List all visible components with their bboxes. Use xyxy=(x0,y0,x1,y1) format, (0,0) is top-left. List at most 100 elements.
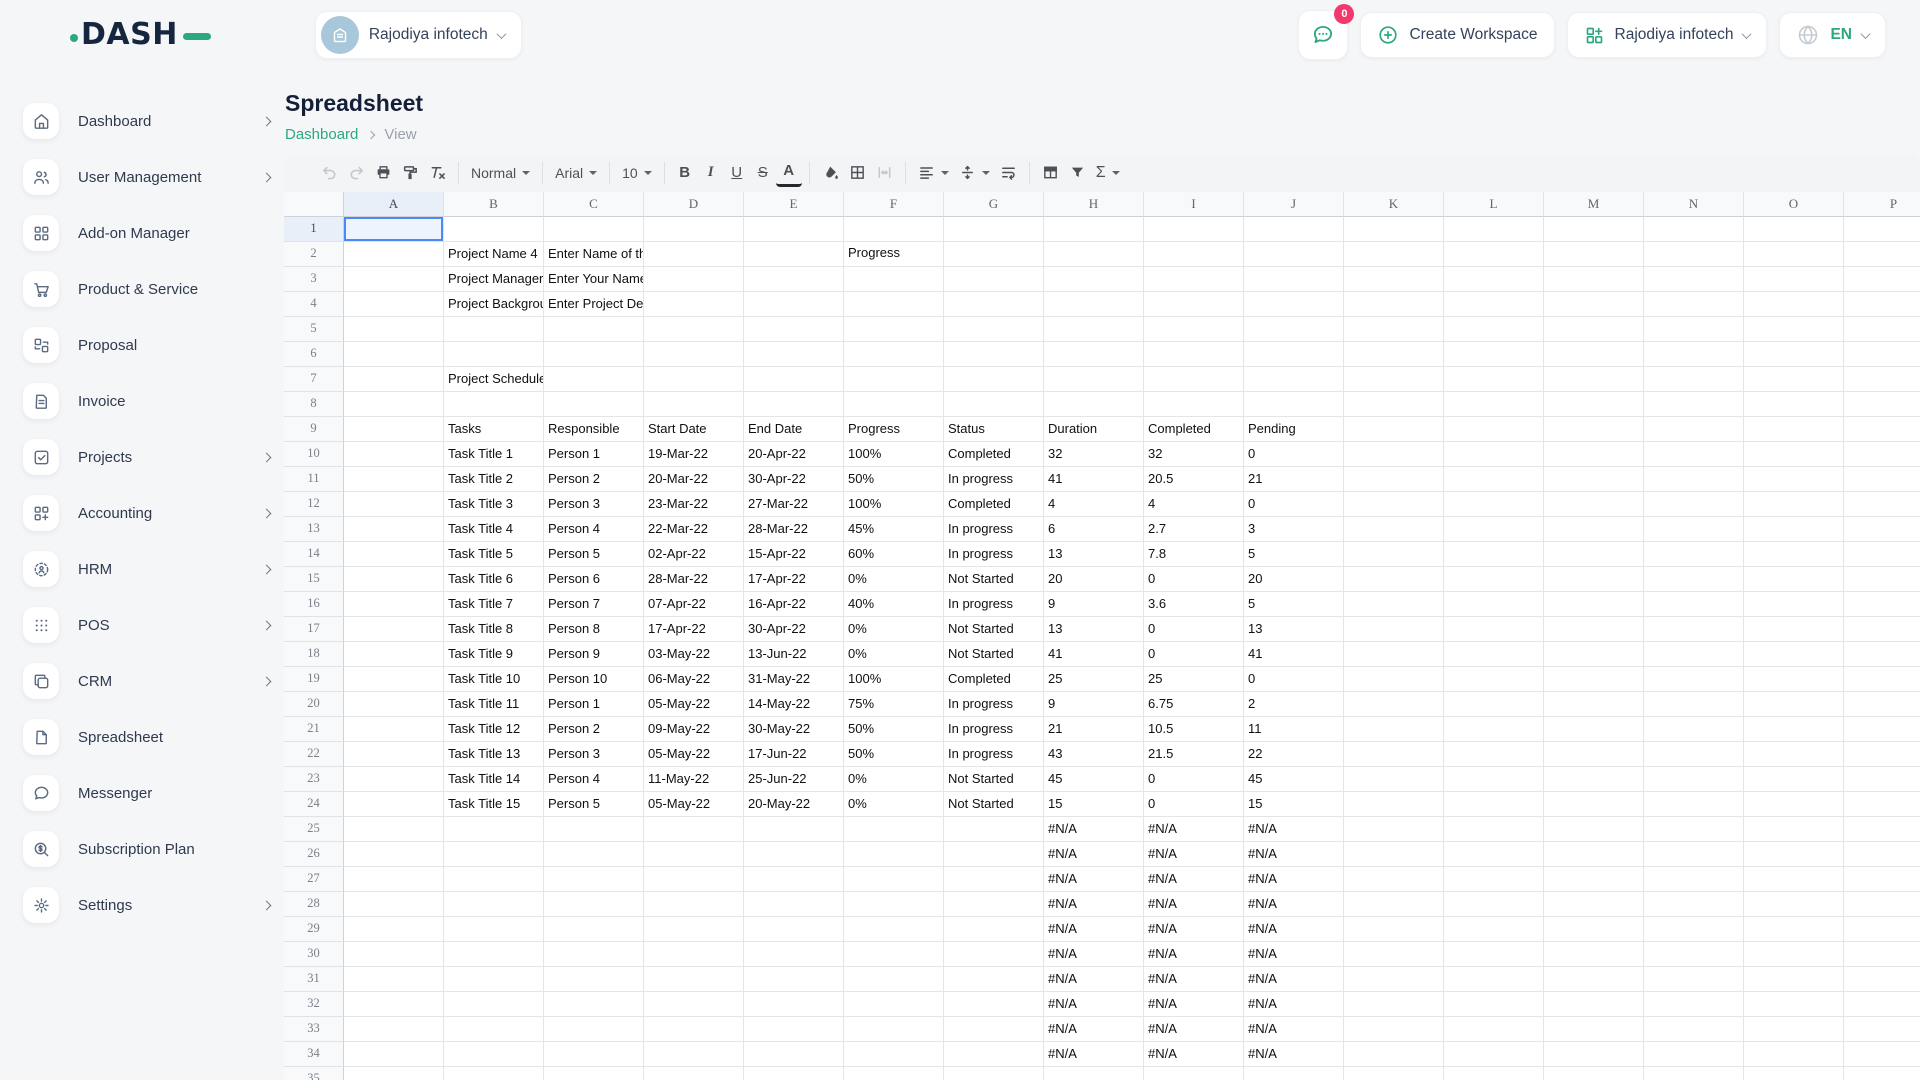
cell-C28[interactable] xyxy=(544,892,644,917)
cell-F4[interactable] xyxy=(844,292,944,317)
cell-O30[interactable] xyxy=(1744,942,1844,967)
cell-M1[interactable] xyxy=(1544,217,1644,242)
column-header-H[interactable]: H xyxy=(1044,192,1144,217)
cell-I32[interactable]: #N/A xyxy=(1144,992,1244,1017)
cell-N31[interactable] xyxy=(1644,967,1744,992)
cell-K32[interactable] xyxy=(1344,992,1444,1017)
cell-C18[interactable]: Person 9 xyxy=(544,642,644,667)
cell-L13[interactable] xyxy=(1444,517,1544,542)
cell-D23[interactable]: 11-May-22 xyxy=(644,767,744,792)
cell-H4[interactable] xyxy=(1044,292,1144,317)
cell-J23[interactable]: 45 xyxy=(1244,767,1344,792)
cell-F8[interactable] xyxy=(844,392,944,417)
cell-D11[interactable]: 20-Mar-22 xyxy=(644,467,744,492)
cell-L24[interactable] xyxy=(1444,792,1544,817)
cell-L33[interactable] xyxy=(1444,1017,1544,1042)
cell-J18[interactable]: 41 xyxy=(1244,642,1344,667)
cell-G25[interactable] xyxy=(944,817,1044,842)
cell-L29[interactable] xyxy=(1444,917,1544,942)
cell-H33[interactable]: #N/A xyxy=(1044,1017,1144,1042)
cell-G30[interactable] xyxy=(944,942,1044,967)
app-logo[interactable]: DASH xyxy=(70,19,211,51)
select-all-corner[interactable] xyxy=(284,192,344,217)
cell-H8[interactable] xyxy=(1044,392,1144,417)
cell-A25[interactable] xyxy=(344,817,444,842)
cell-K30[interactable] xyxy=(1344,942,1444,967)
cell-K9[interactable] xyxy=(1344,417,1444,442)
cell-M35[interactable] xyxy=(1544,1067,1644,1080)
cell-A23[interactable] xyxy=(344,767,444,792)
cell-L12[interactable] xyxy=(1444,492,1544,517)
cell-H15[interactable]: 20 xyxy=(1044,567,1144,592)
horizontal-align-dropdown[interactable] xyxy=(913,159,954,187)
cell-I7[interactable] xyxy=(1144,367,1244,392)
cell-H31[interactable]: #N/A xyxy=(1044,967,1144,992)
row-header-24[interactable]: 24 xyxy=(284,792,344,817)
cell-E12[interactable]: 27-Mar-22 xyxy=(744,492,844,517)
cell-L11[interactable] xyxy=(1444,467,1544,492)
cell-G3[interactable] xyxy=(944,267,1044,292)
cell-F27[interactable] xyxy=(844,867,944,892)
cell-B13[interactable]: Task Title 4 xyxy=(444,517,544,542)
cell-M25[interactable] xyxy=(1544,817,1644,842)
cell-P34[interactable] xyxy=(1844,1042,1920,1067)
row-header-11[interactable]: 11 xyxy=(284,467,344,492)
cell-J22[interactable]: 22 xyxy=(1244,742,1344,767)
cell-N3[interactable] xyxy=(1644,267,1744,292)
cell-E3[interactable] xyxy=(744,267,844,292)
cell-K16[interactable] xyxy=(1344,592,1444,617)
cell-J32[interactable]: #N/A xyxy=(1244,992,1344,1017)
cell-D20[interactable]: 05-May-22 xyxy=(644,692,744,717)
cell-P6[interactable] xyxy=(1844,342,1920,367)
cell-D10[interactable]: 19-Mar-22 xyxy=(644,442,744,467)
cell-P16[interactable] xyxy=(1844,592,1920,617)
row-header-7[interactable]: 7 xyxy=(284,367,344,392)
cell-L3[interactable] xyxy=(1444,267,1544,292)
cell-D25[interactable] xyxy=(644,817,744,842)
cell-I34[interactable]: #N/A xyxy=(1144,1042,1244,1067)
sidebar-item-product-service[interactable]: Product & Service xyxy=(23,271,272,307)
cell-L30[interactable] xyxy=(1444,942,1544,967)
sidebar-item-projects[interactable]: Projects xyxy=(23,439,272,475)
cell-E31[interactable] xyxy=(744,967,844,992)
cell-A5[interactable] xyxy=(344,317,444,342)
paragraph-style-dropdown[interactable]: Normal xyxy=(466,159,535,187)
cell-A20[interactable] xyxy=(344,692,444,717)
row-header-35[interactable]: 35 xyxy=(284,1067,344,1080)
row-header-6[interactable]: 6 xyxy=(284,342,344,367)
row-header-21[interactable]: 21 xyxy=(284,717,344,742)
cell-M4[interactable] xyxy=(1544,292,1644,317)
cell-B23[interactable]: Task Title 14 xyxy=(444,767,544,792)
column-header-G[interactable]: G xyxy=(944,192,1044,217)
filter-button[interactable] xyxy=(1064,159,1091,187)
cell-A22[interactable] xyxy=(344,742,444,767)
cell-G7[interactable] xyxy=(944,367,1044,392)
cell-F32[interactable] xyxy=(844,992,944,1017)
cell-N29[interactable] xyxy=(1644,917,1744,942)
cell-K6[interactable] xyxy=(1344,342,1444,367)
cell-G28[interactable] xyxy=(944,892,1044,917)
sidebar-item-spreadsheet[interactable]: Spreadsheet xyxy=(23,719,272,755)
cell-H19[interactable]: 25 xyxy=(1044,667,1144,692)
cell-C30[interactable] xyxy=(544,942,644,967)
messages-button[interactable]: 0 xyxy=(1298,10,1348,60)
cell-G24[interactable]: Not Started xyxy=(944,792,1044,817)
cell-C2[interactable]: Enter Name of the Project xyxy=(544,242,644,267)
cell-I10[interactable]: 32 xyxy=(1144,442,1244,467)
cell-N13[interactable] xyxy=(1644,517,1744,542)
row-header-22[interactable]: 22 xyxy=(284,742,344,767)
cell-L26[interactable] xyxy=(1444,842,1544,867)
cell-I2[interactable] xyxy=(1144,242,1244,267)
cell-G19[interactable]: Completed xyxy=(944,667,1044,692)
column-header-J[interactable]: J xyxy=(1244,192,1344,217)
cell-I21[interactable]: 10.5 xyxy=(1144,717,1244,742)
cell-J3[interactable] xyxy=(1244,267,1344,292)
cell-I16[interactable]: 3.6 xyxy=(1144,592,1244,617)
cell-F3[interactable] xyxy=(844,267,944,292)
cell-H14[interactable]: 13 xyxy=(1044,542,1144,567)
cell-A6[interactable] xyxy=(344,342,444,367)
cell-D31[interactable] xyxy=(644,967,744,992)
sidebar-item-pos[interactable]: POS xyxy=(23,607,272,643)
cell-H30[interactable]: #N/A xyxy=(1044,942,1144,967)
cell-P35[interactable] xyxy=(1844,1067,1920,1080)
